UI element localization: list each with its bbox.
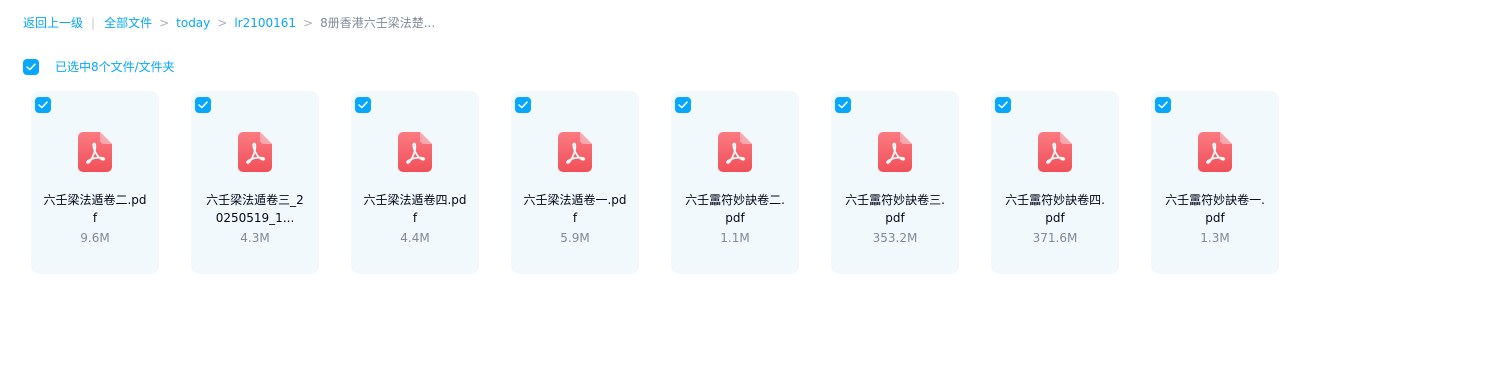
file-checkbox[interactable] — [675, 97, 691, 113]
file-name-line2: pdf — [725, 211, 745, 225]
pdf-icon — [1038, 132, 1072, 172]
checkmark-icon — [838, 101, 848, 109]
select-all-row: 已选中8个文件/文件夹 — [23, 58, 175, 75]
pdf-icon — [558, 132, 592, 172]
file-name: 六壬梁法遁卷二.pd f — [41, 191, 149, 227]
checkmark-icon — [998, 101, 1008, 109]
file-card-3[interactable]: 六壬梁法遁卷四.pd f 4.4M — [351, 91, 479, 274]
select-all-checkbox[interactable] — [23, 58, 39, 75]
file-browser: 返回上一级 | 全部文件 > today > lr2100161 > 8册香港六… — [0, 0, 1510, 365]
breadcrumb-separator: > — [303, 16, 314, 30]
file-name: 六壬靁符妙訣卷四. pdf — [1001, 191, 1109, 227]
file-name-line2: f — [572, 211, 578, 225]
file-size: 371.6M — [1032, 231, 1078, 245]
pdf-icon — [878, 132, 912, 172]
file-name-line1: 六壬梁法遁卷一.pd — [523, 193, 627, 207]
file-name-line1: 六壬靁符妙訣卷二. — [685, 193, 785, 207]
file-name-line1: 六壬靁符妙訣卷三. — [845, 193, 945, 207]
breadcrumb-separator: > — [159, 16, 170, 30]
file-name: 六壬靁符妙訣卷二. pdf — [681, 191, 789, 227]
file-name-line2: f — [92, 211, 98, 225]
breadcrumb: 返回上一级 | 全部文件 > today > lr2100161 > 8册香港六… — [23, 14, 435, 32]
file-size: 1.1M — [720, 231, 750, 245]
file-name-line1: 六壬靁符妙訣卷四. — [1005, 193, 1105, 207]
file-card-2[interactable]: 六壬梁法遁卷三_2 0250519_1... 4.3M — [191, 91, 319, 274]
file-card-8[interactable]: 六壬靁符妙訣卷一. pdf 1.3M — [1151, 91, 1279, 274]
file-checkbox[interactable] — [1155, 97, 1171, 113]
breadcrumb-divider: | — [91, 16, 96, 30]
file-name: 六壬靁符妙訣卷三. pdf — [841, 191, 949, 227]
pdf-icon — [718, 132, 752, 172]
file-name: 六壬梁法遁卷三_2 0250519_1... — [201, 191, 309, 227]
checkmark-icon — [518, 101, 528, 109]
file-checkbox[interactable] — [835, 97, 851, 113]
file-size: 353.2M — [872, 231, 918, 245]
breadcrumb-current: 8册香港六壬梁法楚... — [320, 16, 436, 30]
breadcrumb-folder[interactable]: lr2100161 — [234, 14, 296, 32]
checkmark-icon — [198, 101, 208, 109]
file-checkbox[interactable] — [515, 97, 531, 113]
file-card-5[interactable]: 六壬靁符妙訣卷二. pdf 1.1M — [671, 91, 799, 274]
checkmark-icon — [26, 62, 36, 70]
checkmark-icon — [1158, 101, 1168, 109]
file-size: 1.3M — [1200, 231, 1230, 245]
checkmark-icon — [358, 101, 368, 109]
file-checkbox[interactable] — [355, 97, 371, 113]
file-name-line2: pdf — [1205, 211, 1225, 225]
file-grid: 六壬梁法遁卷二.pd f 9.6M 六壬梁法遁卷三_2 0250519_1... — [31, 91, 1311, 274]
pdf-icon — [78, 132, 112, 172]
file-name-line2: 0250519_1... — [215, 211, 295, 225]
file-name-line2: f — [412, 211, 418, 225]
selection-count-label: 已选中8个文件/文件夹 — [55, 60, 175, 74]
file-name: 六壬靁符妙訣卷一. pdf — [1161, 191, 1269, 227]
file-size: 4.3M — [240, 231, 270, 245]
breadcrumb-separator: > — [217, 16, 228, 30]
file-card-6[interactable]: 六壬靁符妙訣卷三. pdf 353.2M — [831, 91, 959, 274]
breadcrumb-today[interactable]: today — [176, 14, 210, 32]
file-size: 9.6M — [80, 231, 110, 245]
file-name-line1: 六壬靁符妙訣卷一. — [1165, 193, 1265, 207]
file-card-7[interactable]: 六壬靁符妙訣卷四. pdf 371.6M — [991, 91, 1119, 274]
file-name: 六壬梁法遁卷一.pd f — [521, 191, 629, 227]
checkmark-icon — [38, 101, 48, 109]
file-checkbox[interactable] — [195, 97, 211, 113]
file-card-4[interactable]: 六壬梁法遁卷一.pd f 5.9M — [511, 91, 639, 274]
file-name-line1: 六壬梁法遁卷三_2 — [206, 193, 304, 207]
checkmark-icon — [678, 101, 688, 109]
breadcrumb-all-files[interactable]: 全部文件 — [104, 14, 152, 32]
file-checkbox[interactable] — [35, 97, 51, 113]
file-name-line1: 六壬梁法遁卷四.pd — [363, 193, 467, 207]
file-name-line2: pdf — [885, 211, 905, 225]
file-name-line2: pdf — [1045, 211, 1065, 225]
back-link[interactable]: 返回上一级 — [23, 14, 83, 32]
file-name: 六壬梁法遁卷四.pd f — [361, 191, 469, 227]
file-name-line1: 六壬梁法遁卷二.pd — [43, 193, 147, 207]
file-size: 5.9M — [560, 231, 590, 245]
file-card-1[interactable]: 六壬梁法遁卷二.pd f 9.6M — [31, 91, 159, 274]
file-checkbox[interactable] — [995, 97, 1011, 113]
pdf-icon — [398, 132, 432, 172]
pdf-icon — [238, 132, 272, 172]
file-size: 4.4M — [400, 231, 430, 245]
pdf-icon — [1198, 132, 1232, 172]
